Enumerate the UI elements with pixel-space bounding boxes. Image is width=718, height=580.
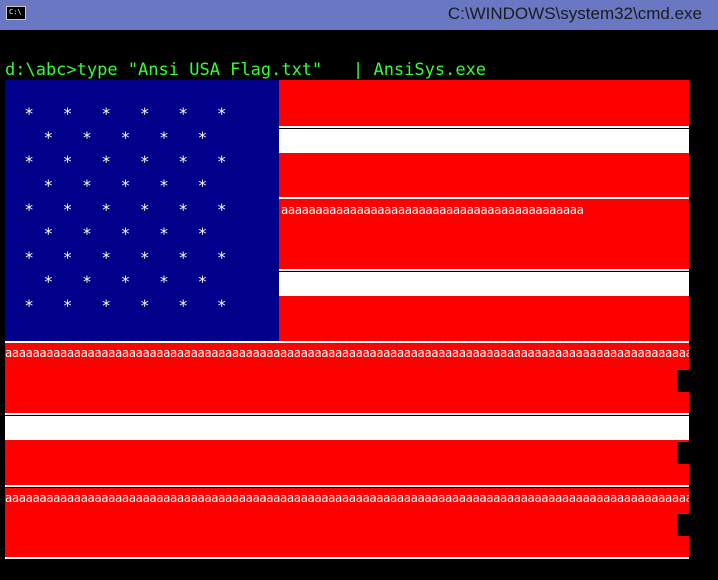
cmd-icon: C:\: [6, 6, 26, 20]
ansi-a-row: aaaaaaaaaaaaaaaaaaaaaaaaaaaaaaaaaaaaaaaa…: [5, 491, 689, 505]
window-title: C:\WINDOWS\system32\cmd.exe: [447, 4, 702, 23]
star-row: * * * * *: [5, 176, 208, 195]
star-row: * * * * * *: [5, 248, 227, 267]
title-bar[interactable]: C:\ C:\WINDOWS\system32\cmd.exe: [0, 0, 718, 30]
stripe-separator: [5, 557, 689, 559]
star-row: * * * * * *: [5, 152, 227, 171]
star-row: * * * * * *: [5, 104, 227, 123]
ansi-a-row: aaaaaaaaaaaaaaaaaaaaaaaaaaaaaaaaaaaaaaaa…: [281, 203, 584, 217]
console-gap: [677, 514, 689, 536]
star-row: * * * * *: [5, 224, 208, 243]
command-line: d:\abc>type "Ansi USA Flag.txt" | AnsiSy…: [5, 60, 487, 80]
star-row: * * * * * *: [5, 296, 227, 315]
flag-canton: * * * * * * * * * * * * * * * * * * * * …: [5, 80, 279, 342]
console-gap: [677, 442, 689, 464]
ansi-flag: aaaaaaaaaaaaaaaaaaaaaaaaaaaaaaaaaaaaaaaa…: [5, 80, 689, 560]
stripe-separator: [5, 413, 689, 415]
console-gap: [677, 370, 689, 392]
star-row: * * * * *: [5, 272, 208, 291]
flag-stripe: [5, 416, 689, 440]
star-row: * * * * *: [5, 128, 208, 147]
star-row: * * * * * *: [5, 200, 227, 219]
flag-stripe: [5, 440, 689, 487]
ansi-a-row: aaaaaaaaaaaaaaaaaaaaaaaaaaaaaaaaaaaaaaaa…: [5, 346, 689, 360]
stripe-separator: [5, 485, 689, 487]
